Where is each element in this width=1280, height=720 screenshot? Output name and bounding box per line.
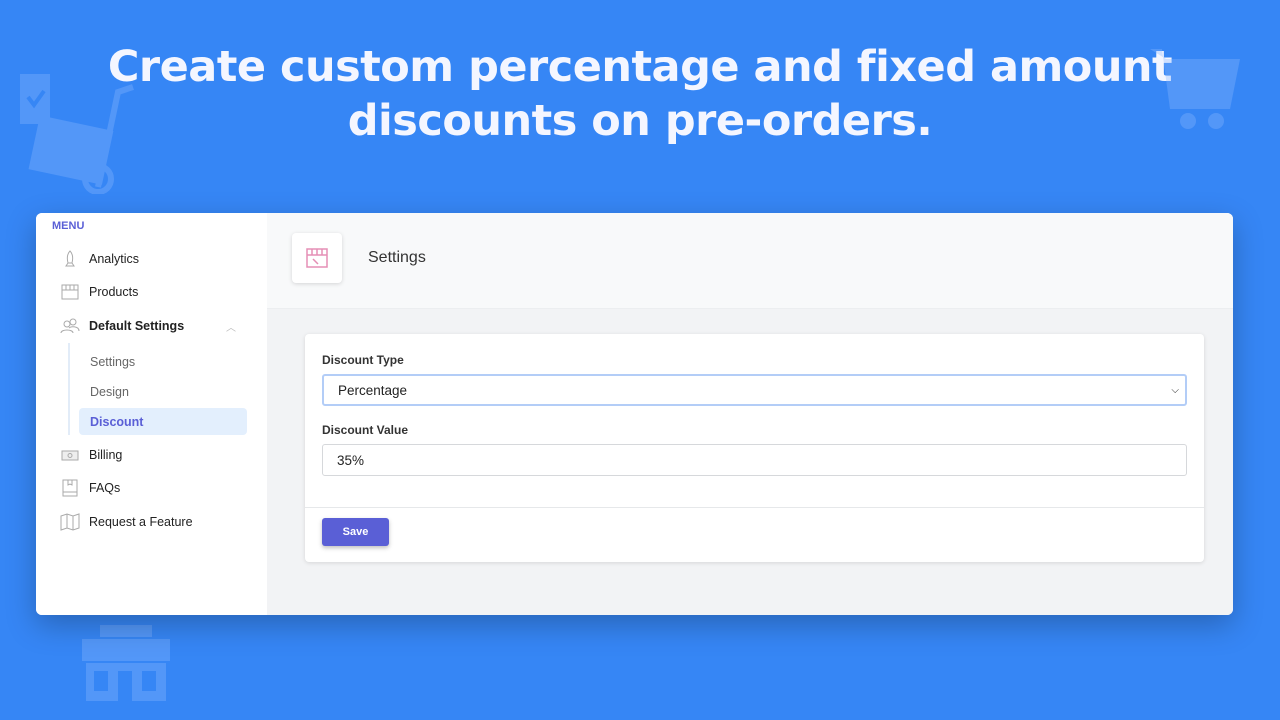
sidebar-item-default-settings[interactable]: Default Settings ︿ [60,316,236,336]
headline-line-2: discounts on pre-orders. [347,96,933,146]
divider [305,507,1204,508]
sidebar-subitem-design[interactable]: Design [90,385,129,399]
chevron-down-icon: ⌵ [1171,384,1179,396]
app-window: MENU Analytics Products Default Settings… [36,213,1233,615]
page-header: Settings [267,213,1233,309]
page-title: Settings [368,249,426,266]
save-button[interactable]: Save [322,518,389,546]
discount-type-label: Discount Type [322,353,404,367]
book-icon [62,479,78,497]
sidebar-subitem-settings[interactable]: Settings [90,355,135,369]
discount-form-card: Discount Type Percentage ⌵ Discount Value… [305,334,1204,562]
sidebar-item-analytics[interactable]: Analytics [60,249,139,269]
users-icon [60,318,80,334]
discount-value-text: 35% [337,452,365,468]
sidebar-item-faqs[interactable]: FAQs [60,478,120,498]
map-icon [60,513,80,531]
discount-type-value: Percentage [338,382,408,398]
submenu-line [68,343,70,435]
headline-line-1: Create custom percentage and fixed amoun… [107,42,1173,92]
page-icon [292,233,342,283]
rocket-icon [65,250,75,267]
sidebar-item-label: Request a Feature [89,515,193,529]
sidebar-item-billing[interactable]: Billing [60,445,122,465]
hand-truck-icon [20,74,134,194]
discount-type-select[interactable]: Percentage ⌵ [322,374,1187,406]
sidebar-item-label: Analytics [89,252,140,266]
sidebar-item-label: Default Settings [89,319,185,333]
headline: Create custom percentage and fixed amoun… [0,40,1280,148]
store-icon [61,284,79,300]
main-content: Settings Discount Type Percentage ⌵ Disco… [267,213,1233,615]
sidebar-item-label: Products [89,285,139,299]
sidebar-item-products[interactable]: Products [60,282,138,302]
store-icon [306,248,328,268]
sidebar-item-label: FAQs [89,481,121,495]
discount-value-label: Discount Value [322,423,409,437]
sidebar: MENU Analytics Products Default Settings… [36,213,267,615]
chevron-up-icon: ︿ [226,322,236,334]
money-icon [61,450,79,461]
storefront-icon [82,625,170,701]
discount-value-input[interactable]: 35% [322,444,1187,476]
sidebar-item-label: Billing [89,448,123,462]
menu-label: MENU [52,220,85,232]
sidebar-item-request-feature[interactable]: Request a Feature [60,512,193,532]
sidebar-subitem-discount[interactable]: Discount [90,415,143,429]
cart-icon [1150,49,1240,129]
